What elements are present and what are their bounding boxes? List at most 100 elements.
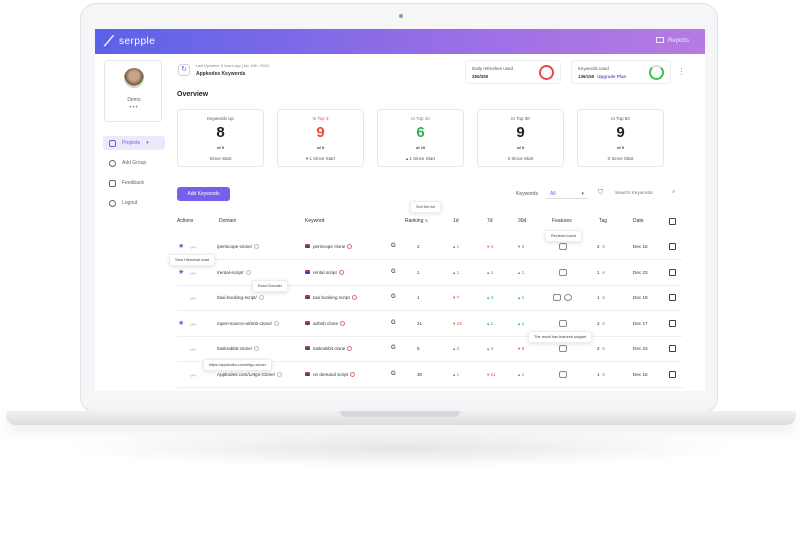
keyword-cell: airbnb clone [305,320,346,326]
more-options-icon[interactable]: · · · [680,65,683,79]
info-icon[interactable] [351,295,357,300]
serp-feature-icon[interactable] [553,294,561,301]
column-domain[interactable]: Domain [219,218,236,224]
info-icon[interactable] [253,346,259,351]
row-checkbox[interactable] [669,319,676,327]
column-7d[interactable]: 7d [487,218,493,224]
star-icon[interactable]: ★ [178,319,184,327]
reports-label: Reports [667,38,689,44]
row-checkbox[interactable] [669,268,676,276]
table-row[interactable]: ★ 〰 /open-source-airbnb-clone/airbnb clone… [177,312,682,337]
keyword-text: taxi booking script [313,295,350,300]
domain-cell[interactable]: /rental-script/ [217,269,251,275]
select-all-checkbox[interactable] [669,218,676,225]
stat-value: 9 [616,124,625,141]
domain-cell[interactable]: /taskrabbit-clone/ [217,346,259,351]
upgrade-plan-link[interactable]: Upgrade Plan [597,74,626,79]
serp-feature-icon[interactable] [559,345,567,352]
user-menu-icon[interactable]: ••• [105,105,163,111]
google-icon: G [391,370,396,377]
stat-since: ▴ 1 Since Start [405,156,436,161]
refresh-button[interactable]: ↻ [178,64,190,76]
info-icon[interactable] [350,371,356,377]
reports-link[interactable]: Reports [655,37,689,44]
tag-cell[interactable]: 2 ⊘ [597,346,605,352]
plus-circle-icon [109,159,116,167]
keyword-filter-label: Keywords [516,191,538,197]
link-icon: ⊘ [601,346,606,351]
history-chart-icon[interactable]: 〰 [190,345,196,354]
row-checkbox[interactable] [669,243,676,250]
info-icon[interactable] [253,244,259,249]
info-icon[interactable] [347,346,353,351]
history-chart-icon[interactable]: 〰 [190,269,196,278]
add-keywords-button[interactable]: Add Keywords [177,187,230,201]
daily-refreshes-value: 250/250 [472,74,489,79]
tag-cell[interactable]: 1 ⊘ [597,295,605,301]
change-30d: ▴ 1 [518,371,525,377]
sidebar-item-logout[interactable]: Logout [103,196,165,210]
domain-text: /taxi-booking-script/ [217,295,257,300]
column-30d[interactable]: 30d [518,218,526,224]
star-icon[interactable]: ★ [178,242,184,250]
date-cell: Dec 17 [633,320,648,326]
history-chart-icon[interactable]: 〰 [190,371,196,380]
table-row[interactable]: ★ 〰 /periscope-clone/periscope clone G 2 ▴ 1 ▾… [177,235,682,260]
tag-count: 1 [597,295,600,300]
keyword-text: taskrabbit clone [313,346,346,351]
sidebar-item-label: Feedback [122,180,144,186]
refresh-icon: ↻ [181,66,187,73]
row-checkbox[interactable] [669,370,676,378]
tag-cell[interactable]: 2 ⊘ [597,321,605,327]
history-chart-icon[interactable]: 〰 [190,243,196,252]
sidebar-item-add-group[interactable]: Add Group [103,156,165,170]
tag-cell[interactable]: 2 ⊘ [597,244,605,250]
serp-feature-icon[interactable] [564,294,572,301]
change-7d: ▴ 1 [487,320,494,326]
domain-cell[interactable]: /open-source-airbnb-clone/ [217,320,279,326]
info-icon[interactable] [338,269,344,275]
search-icon[interactable]: ⌕ [672,189,675,196]
info-icon[interactable] [347,244,353,249]
sidebar-item-feedback[interactable]: Feedback [103,176,165,190]
column-date[interactable]: Date [633,218,644,224]
serp-feature-icon[interactable] [559,268,567,276]
tag-cell[interactable]: 1 ⊘ [597,372,605,378]
row-checkbox[interactable] [669,345,676,352]
sort-icon[interactable]: ⇅ [425,218,428,223]
filter-icon[interactable]: ⛉ [598,189,603,197]
us-flag-icon [305,320,310,325]
laptop-notch [340,411,460,417]
info-icon[interactable] [245,269,251,275]
stat-title: In Top 50 [611,116,630,121]
tag-cell[interactable]: 1 ⊘ [597,270,605,276]
link-icon: ⊘ [601,269,606,275]
stat-title: In Top 3 [312,116,329,121]
column-1d[interactable]: 1d [453,218,459,224]
change-30d: ▴ 1 [518,320,525,326]
history-chart-icon[interactable]: 〰 [190,294,196,303]
serp-feature-icon[interactable] [559,243,567,250]
star-icon[interactable]: ★ [178,268,184,276]
sidebar-item-projects[interactable]: Projects ▾ [103,136,165,150]
history-chart-icon[interactable]: 〰 [190,320,196,329]
serp-feature-icon[interactable] [559,319,567,327]
serp-feature-icon[interactable] [559,370,567,378]
column-keyword[interactable]: Keyword [305,218,324,224]
domain-cell[interactable]: Appkodes.com/Letgo-Clone/ [217,371,282,377]
row-checkbox[interactable] [669,294,676,301]
keyword-filter-select[interactable]: All ▾ [546,188,588,199]
features-cell [553,294,575,302]
sidebar-nav: Projects ▾ Add Group Feedback Logout [103,136,165,216]
tag-count: 1 [597,371,600,377]
info-icon[interactable] [276,371,282,377]
link-icon: ⊘ [601,244,606,249]
keywords-used-count: 136/150 [578,74,595,79]
info-icon[interactable] [340,320,346,326]
domain-cell[interactable]: /taxi-booking-script/ [217,295,264,300]
domain-cell[interactable]: /periscope-clone/ [217,244,259,249]
info-icon[interactable] [258,295,264,300]
info-icon[interactable] [273,320,279,326]
avatar[interactable] [124,68,144,88]
column-ranking[interactable]: Ranking ⇅ [405,218,428,224]
